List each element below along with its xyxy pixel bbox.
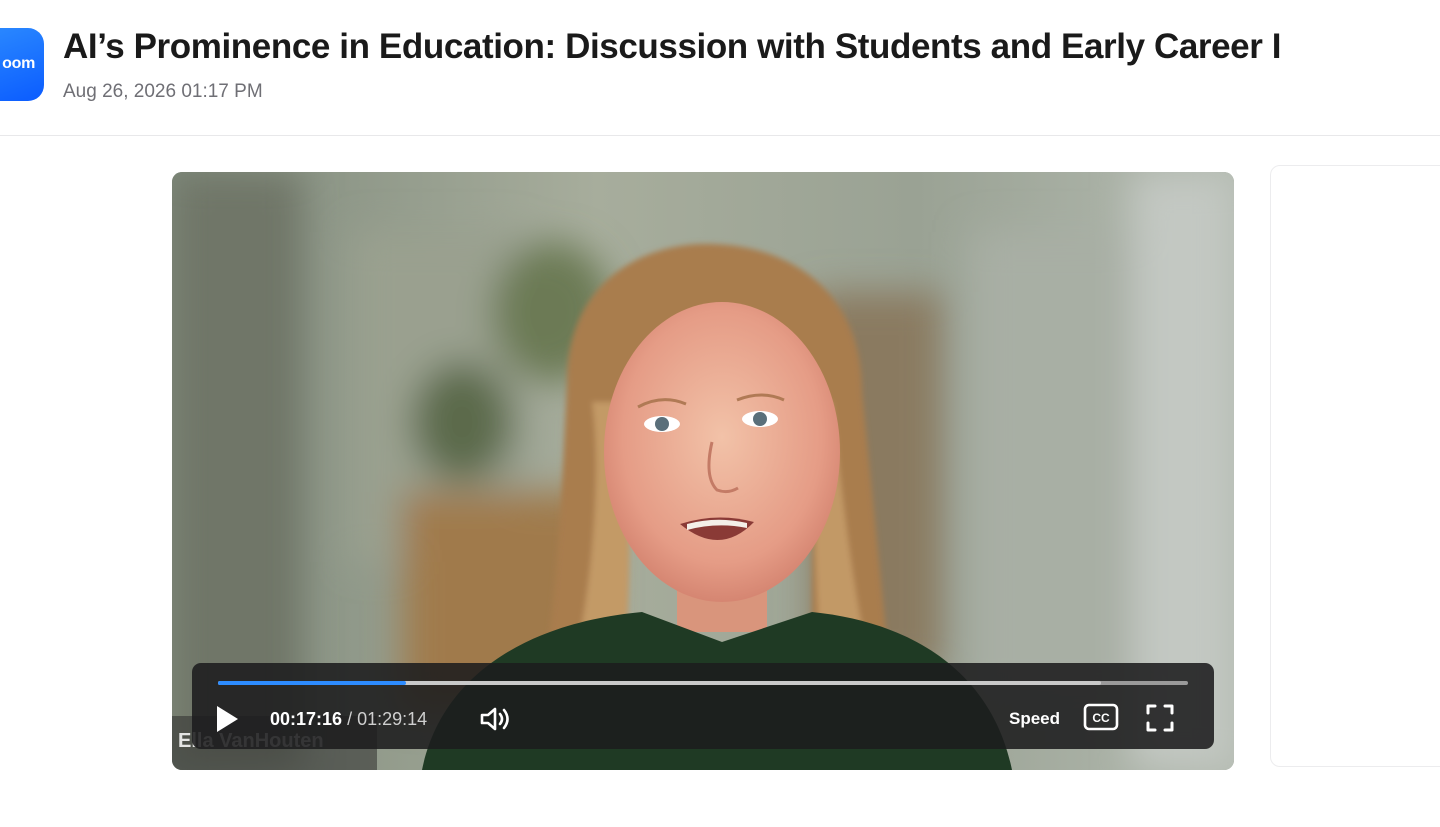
- current-time: 00:17:16: [270, 709, 343, 729]
- progress-played: [218, 681, 407, 685]
- volume-icon[interactable]: [480, 706, 512, 732]
- speed-button[interactable]: Speed: [1009, 708, 1060, 730]
- recording-date: Aug 26, 2026 01:17 PM: [63, 81, 263, 102]
- recording-title: AI’s Prominence in Education: Discussion…: [63, 27, 1282, 66]
- play-icon[interactable]: [214, 704, 240, 734]
- playback-time: 00:17:16 / 01:29:14: [270, 708, 427, 730]
- svg-text:CC: CC: [1092, 711, 1110, 725]
- recording-header: oom AI’s Prominence in Education: Discus…: [0, 0, 1440, 136]
- time-separator: /: [342, 709, 358, 729]
- fullscreen-icon[interactable]: [1145, 703, 1175, 733]
- zoom-logo-text: oom: [2, 55, 35, 72]
- progress-bar[interactable]: [218, 681, 1188, 685]
- side-panel: [1270, 165, 1440, 767]
- player-controls: 00:17:16 / 01:29:14 Speed CC: [192, 663, 1214, 749]
- closed-captions-icon[interactable]: CC: [1083, 703, 1119, 731]
- video-player[interactable]: Ella VanHouten 00:17:16 / 01:29:14 Speed…: [172, 172, 1234, 770]
- total-duration: 01:29:14: [357, 709, 428, 729]
- zoom-logo[interactable]: oom: [0, 28, 44, 101]
